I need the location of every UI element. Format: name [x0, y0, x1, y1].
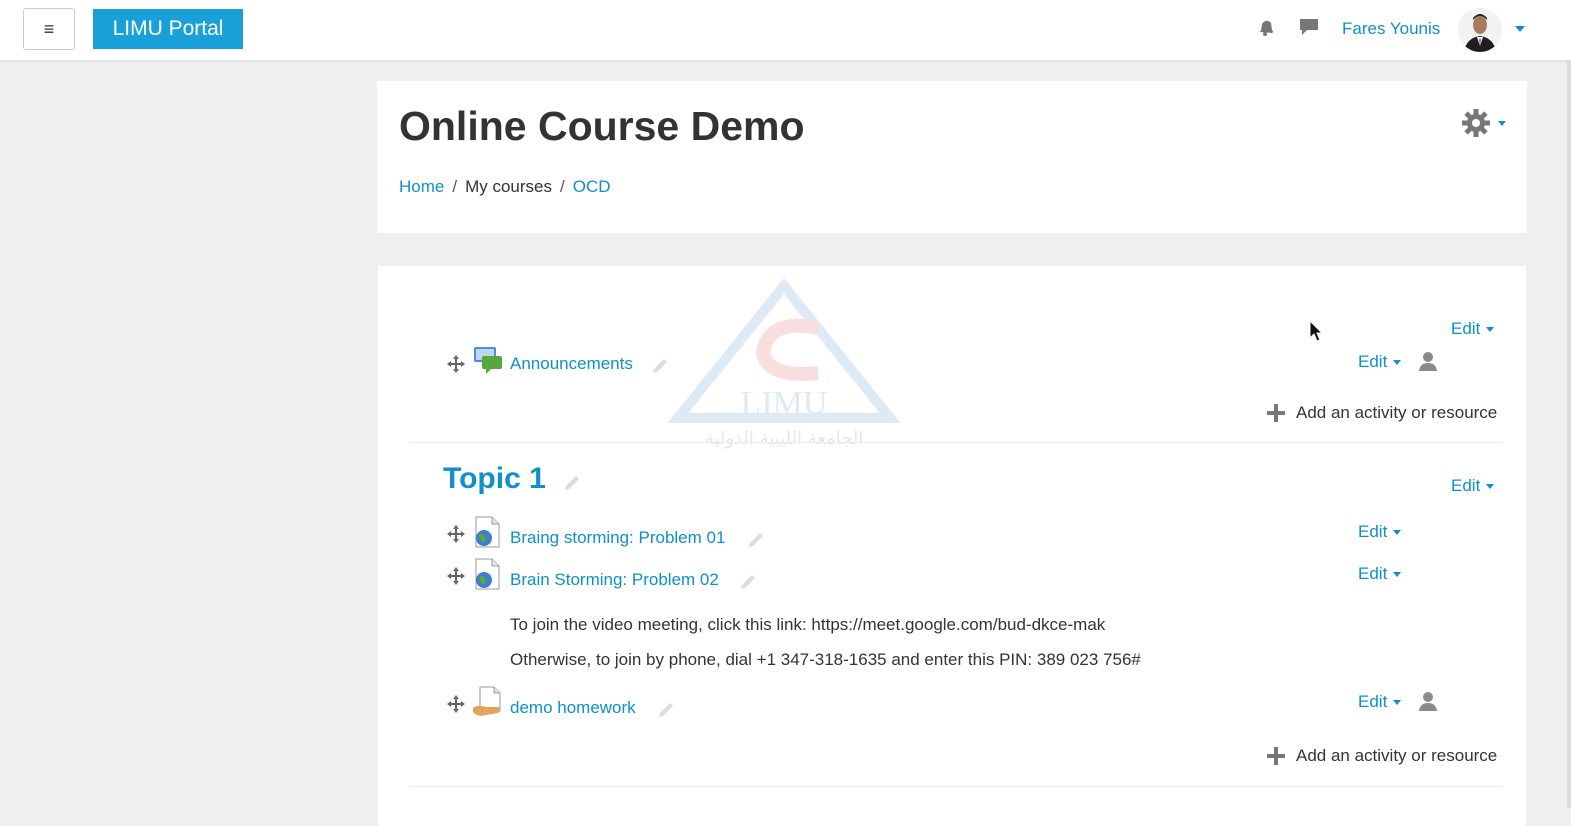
assignment-icon	[473, 686, 501, 716]
nav-drawer-toggle-button[interactable]: ≡	[23, 8, 75, 50]
chevron-down-icon	[1393, 571, 1402, 577]
page-title: Online Course Demo	[399, 103, 805, 149]
chevron-down-icon	[1393, 529, 1402, 535]
watermark-arabic-text: الجامعة الليبية الدولية	[705, 428, 864, 449]
section-divider	[410, 786, 1502, 787]
move-handle-icon[interactable]	[446, 354, 466, 374]
edit-label: Edit	[1358, 564, 1388, 583]
pencil-icon[interactable]	[738, 572, 758, 592]
add-activity-button-topic-1[interactable]: Add an activity or resource	[1266, 746, 1497, 766]
pencil-icon[interactable]	[562, 473, 582, 493]
edit-label: Edit	[1358, 352, 1388, 371]
edit-label: Edit	[1451, 476, 1481, 495]
gear-icon	[1462, 109, 1506, 137]
section-topic-1-edit-menu[interactable]: Edit	[1451, 476, 1495, 496]
pencil-icon[interactable]	[746, 530, 766, 550]
mouse-pointer-icon	[1309, 320, 1324, 342]
activity-row-announcements: Announcements Edit	[446, 347, 1506, 382]
section-general-edit-menu[interactable]: Edit	[1451, 319, 1495, 339]
user-icon[interactable]	[1417, 350, 1439, 372]
url-resource-icon	[475, 558, 500, 590]
course-settings-button[interactable]	[1460, 108, 1508, 140]
chevron-down-icon	[1486, 326, 1495, 332]
activity-edit-menu[interactable]: Edit	[1358, 522, 1402, 542]
meeting-link-text: To join the video meeting, click this li…	[510, 615, 1106, 634]
user-menu-name[interactable]: Fares Younis	[1342, 19, 1440, 39]
watermark-latin-text: LIMU	[741, 385, 828, 422]
scrollbar[interactable]	[1567, 60, 1571, 808]
user-icon[interactable]	[1417, 690, 1439, 712]
activity-row-demo-homework: demo homework Edit	[446, 686, 1506, 722]
breadcrumb-course-link[interactable]: OCD	[573, 177, 611, 197]
top-navbar: ≡ LIMU Portal Fares Younis	[0, 0, 1571, 61]
activity-edit-menu[interactable]: Edit	[1358, 564, 1402, 584]
move-handle-icon[interactable]	[446, 524, 466, 544]
hamburger-icon: ≡	[43, 18, 55, 39]
site-brand-button[interactable]: LIMU Portal	[93, 9, 243, 49]
chevron-down-icon	[1393, 359, 1402, 365]
user-menu-chevron-down-icon[interactable]	[1515, 26, 1525, 32]
avatar[interactable]	[1458, 8, 1502, 52]
url-resource-icon	[475, 516, 500, 548]
activity-link-problem-02[interactable]: Brain Storming: Problem 02	[510, 570, 719, 590]
breadcrumb-separator: /	[452, 177, 458, 196]
add-activity-button-general[interactable]: Add an activity or resource	[1266, 403, 1497, 423]
plus-icon	[1267, 747, 1285, 765]
speech-bubble-icon[interactable]	[1298, 16, 1320, 38]
section-title-topic-1[interactable]: Topic 1	[443, 462, 546, 496]
move-handle-icon[interactable]	[446, 694, 466, 714]
breadcrumb-my-courses: My courses	[465, 177, 553, 196]
activity-link-demo-homework[interactable]: demo homework	[510, 698, 636, 718]
activity-link-problem-01[interactable]: Braing storming: Problem 01	[510, 528, 725, 548]
activity-row-problem-01: Braing storming: Problem 01 Edit	[446, 516, 1506, 552]
breadcrumb: Home / My courses / OCD	[399, 177, 611, 197]
plus-icon	[1267, 404, 1285, 422]
forum-icon	[474, 347, 502, 374]
add-activity-label: Add an activity or resource	[1296, 403, 1498, 422]
move-handle-icon[interactable]	[446, 566, 466, 586]
edit-label: Edit	[1358, 522, 1388, 541]
breadcrumb-separator: /	[560, 177, 565, 196]
pencil-icon[interactable]	[656, 700, 676, 720]
activity-row-problem-02: Brain Storming: Problem 02 Edit	[446, 558, 1506, 594]
bell-icon[interactable]	[1255, 16, 1277, 38]
activity-edit-menu[interactable]: Edit	[1358, 352, 1402, 372]
phone-dial-text: Otherwise, to join by phone, dial +1 347…	[510, 650, 1141, 669]
course-content: LIMU الجامعة الليبية الدولية Edit Announ…	[378, 266, 1526, 826]
breadcrumb-home-link[interactable]: Home	[399, 177, 444, 197]
chevron-down-icon	[1393, 699, 1402, 705]
edit-label: Edit	[1451, 319, 1481, 338]
page-header: Online Course Demo Home / My courses / O…	[377, 81, 1527, 233]
activity-edit-menu[interactable]: Edit	[1358, 692, 1402, 712]
chevron-down-icon	[1486, 483, 1495, 489]
pencil-icon[interactable]	[650, 356, 670, 376]
activity-link-announcements[interactable]: Announcements	[510, 354, 633, 374]
add-activity-label: Add an activity or resource	[1296, 746, 1498, 765]
edit-label: Edit	[1358, 692, 1388, 711]
section-divider	[410, 442, 1502, 443]
